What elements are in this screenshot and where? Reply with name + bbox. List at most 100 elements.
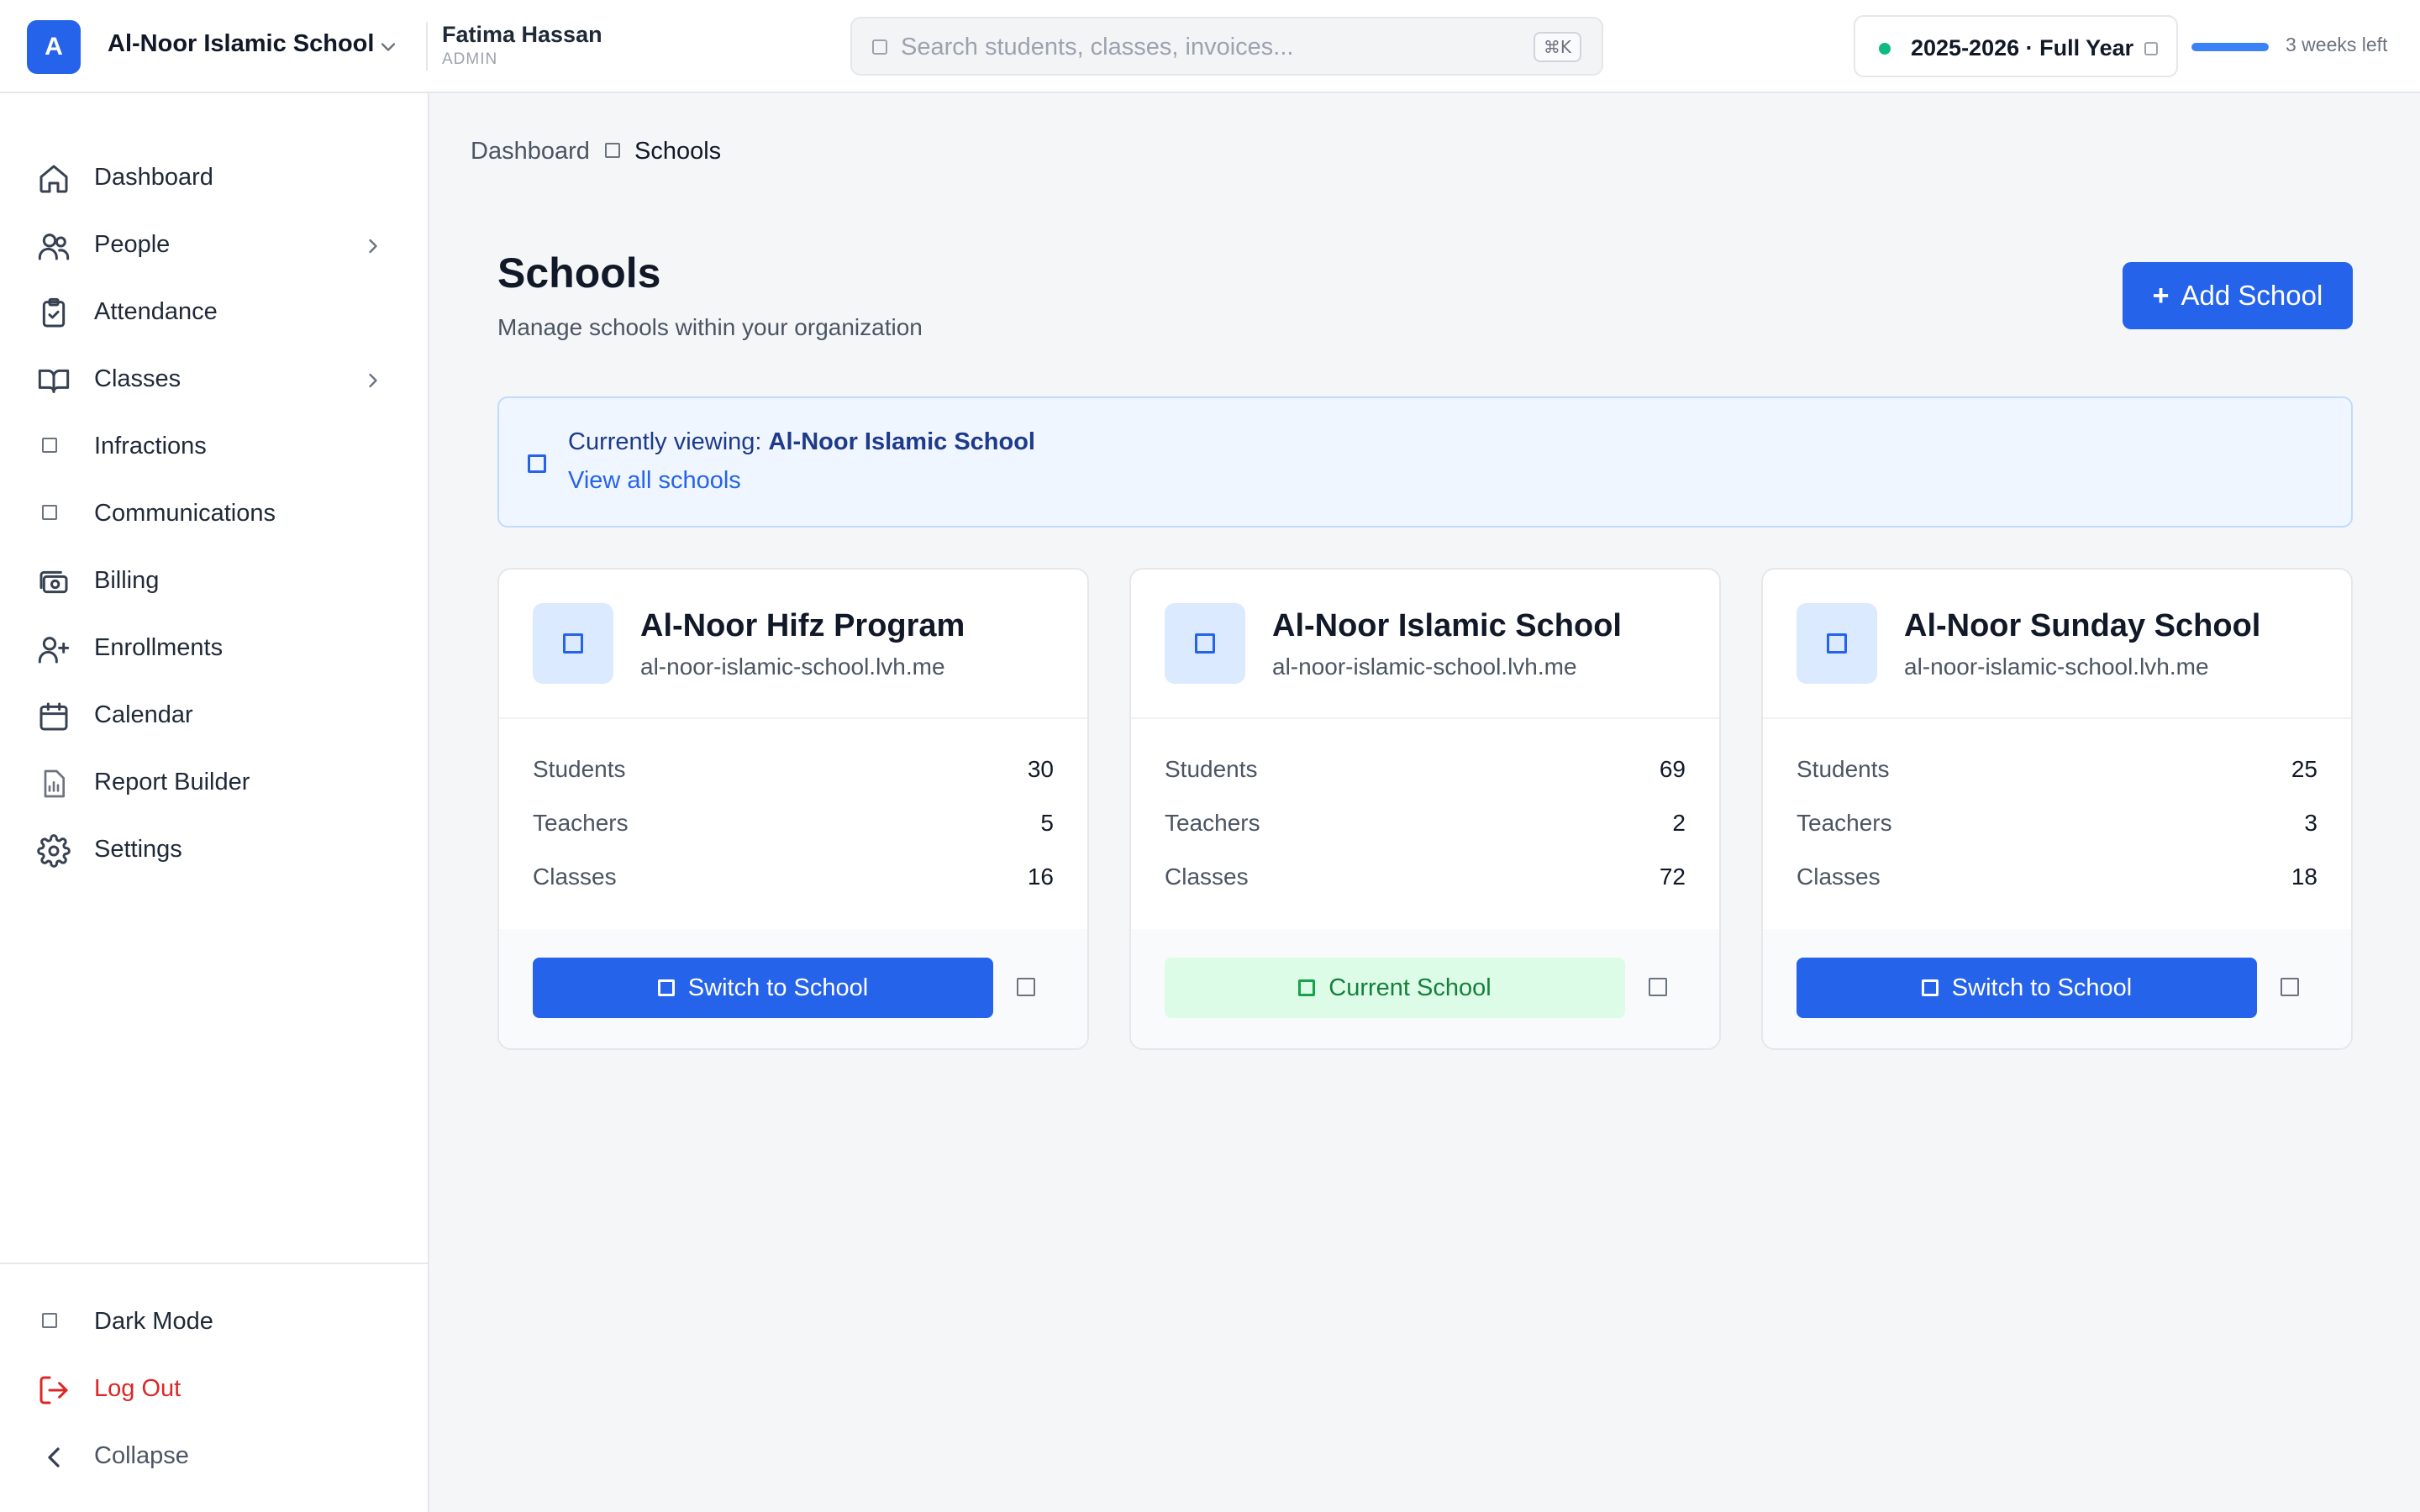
users-icon [37, 229, 71, 263]
chevron-left-icon [37, 1441, 71, 1474]
school-card-footer: Switch to School [499, 929, 1087, 1048]
report-icon [37, 767, 71, 801]
log-out-button[interactable]: Log Out [37, 1362, 398, 1412]
dark-mode-toggle[interactable]: Dark Mode [37, 1294, 398, 1345]
sidebar-item-label: Report Builder [94, 769, 250, 795]
sidebar-item-label: People [94, 231, 171, 258]
academic-year-label: 2025-2026 · Full Year [1911, 35, 2134, 60]
sidebar-item-billing[interactable]: Billing [37, 554, 398, 604]
stat-label: Classes [1797, 864, 1881, 890]
sidebar-item-label: Billing [94, 567, 160, 594]
switch-to-school-button[interactable]: Switch to School [533, 958, 993, 1018]
school-card-header: Al-Noor Sunday School al-noor-islamic-sc… [1763, 570, 2351, 719]
global-search[interactable]: ⌘K [850, 17, 1603, 76]
user-plus-icon [37, 633, 71, 666]
search-input[interactable] [901, 29, 1506, 66]
sidebar-item-label: Settings [94, 836, 182, 863]
sidebar-item-calendar[interactable]: Calendar [37, 688, 398, 738]
sidebar-item-label: Calendar [94, 701, 193, 728]
sidebar-item-dashboard[interactable]: Dashboard [37, 150, 398, 201]
add-school-button[interactable]: + Add School [2123, 262, 2353, 329]
school-name: Al-Noor Islamic School [1272, 608, 1622, 643]
stat-label: Students [533, 756, 626, 782]
org-switcher[interactable]: Al-Noor Islamic School [108, 30, 374, 58]
sidebar-item-label: Dashboard [94, 164, 213, 191]
sidebar-item-attendance[interactable]: Attendance [37, 285, 398, 335]
stat-label: Teachers [1797, 810, 1892, 836]
currently-viewing-text: Currently viewing: Al-Noor Islamic Schoo… [568, 428, 1035, 456]
stat-value: 5 [1040, 810, 1054, 836]
stat-value: 69 [1659, 756, 1686, 782]
top-bar: A Al-Noor Islamic School Fatima Hassan A… [0, 0, 2420, 93]
school-icon [563, 633, 583, 654]
header-divider [426, 22, 428, 71]
user-name: Fatima Hassan [442, 22, 602, 47]
billing-icon [37, 565, 71, 599]
breadcrumb-current: Schools [634, 138, 722, 165]
switch-to-school-button[interactable]: Switch to School [1797, 958, 2257, 1018]
academic-year-selector[interactable]: 2025-2026 · Full Year [1854, 15, 2178, 77]
moon-icon [42, 1313, 57, 1328]
school-settings-icon[interactable] [2281, 978, 2299, 996]
stat-teachers: Teachers 5 [533, 810, 1054, 843]
stat-students: Students 30 [533, 756, 1054, 790]
sidebar-divider [0, 1263, 428, 1264]
dark-mode-label: Dark Mode [94, 1308, 213, 1335]
school-name: Al-Noor Hifz Program [640, 608, 965, 643]
sidebar-item-people[interactable]: People [37, 218, 398, 268]
sidebar-item-communications[interactable]: Communications [37, 486, 398, 537]
sidebar-item-settings[interactable]: Settings [37, 822, 398, 873]
switch-to-school-label: Switch to School [687, 974, 869, 1001]
school-settings-icon[interactable] [1017, 978, 1035, 996]
chevron-right-icon [369, 373, 377, 388]
search-shortcut-hint: ⌘K [1533, 32, 1581, 62]
stat-label: Classes [533, 864, 617, 890]
check-icon [1298, 979, 1316, 996]
year-menu-icon [2144, 42, 2158, 55]
stat-value: 3 [2304, 810, 2317, 836]
log-out-icon [37, 1373, 71, 1407]
stat-students: Students 25 [1797, 756, 2317, 790]
book-open-icon [37, 364, 71, 397]
search-icon [872, 39, 887, 55]
switch-to-school-label: Switch to School [1951, 974, 2133, 1001]
sidebar-item-enrollments[interactable]: Enrollments [37, 621, 398, 671]
currently-viewing-school: Al-Noor Islamic School [768, 428, 1035, 455]
school-logo [1797, 603, 1877, 684]
school-icon [1195, 633, 1215, 654]
view-all-schools-link[interactable]: View all schools [568, 467, 741, 495]
home-icon [37, 162, 71, 196]
school-card-footer: Switch to School [1763, 929, 2351, 1048]
stat-value: 2 [1672, 810, 1686, 836]
plus-icon: + [2152, 279, 2170, 312]
sidebar-item-label: Infractions [94, 433, 207, 459]
info-icon [528, 454, 546, 473]
log-out-label: Log Out [94, 1375, 182, 1402]
time-left-label: 3 weeks left [2286, 34, 2388, 55]
school-card: Al-Noor Hifz Program al-noor-islamic-sch… [497, 568, 1089, 1050]
org-avatar[interactable]: A [27, 20, 81, 74]
school-domain: al-noor-islamic-school.lvh.me [640, 654, 945, 680]
sidebar-item-infractions[interactable]: Infractions [37, 419, 398, 470]
school-settings-icon[interactable] [1649, 978, 1667, 996]
collapse-sidebar-button[interactable]: Collapse [37, 1429, 398, 1479]
school-logo [1165, 603, 1245, 684]
sidebar-item-label: Enrollments [94, 634, 224, 661]
stat-value: 18 [2291, 864, 2317, 890]
chevron-right-icon [369, 239, 377, 254]
school-card-footer: Current School [1131, 929, 1719, 1048]
stat-value: 25 [2291, 756, 2317, 782]
school-card: Al-Noor Islamic School al-noor-islamic-s… [1129, 568, 1721, 1050]
infractions-icon [42, 438, 57, 453]
breadcrumb-dashboard-link[interactable]: Dashboard [471, 138, 590, 165]
chevron-down-icon[interactable] [376, 35, 400, 59]
stat-label: Students [1797, 756, 1890, 782]
gear-icon [37, 834, 71, 868]
sidebar-item-classes[interactable]: Classes [37, 352, 398, 402]
school-logo [533, 603, 613, 684]
sidebar-item-report-builder[interactable]: Report Builder [37, 755, 398, 806]
current-school-label: Current School [1328, 974, 1491, 1001]
sidebar: Dashboard People Attendance Classes Infr… [0, 93, 429, 1512]
stat-label: Teachers [533, 810, 629, 836]
stat-teachers: Teachers 3 [1797, 810, 2317, 843]
